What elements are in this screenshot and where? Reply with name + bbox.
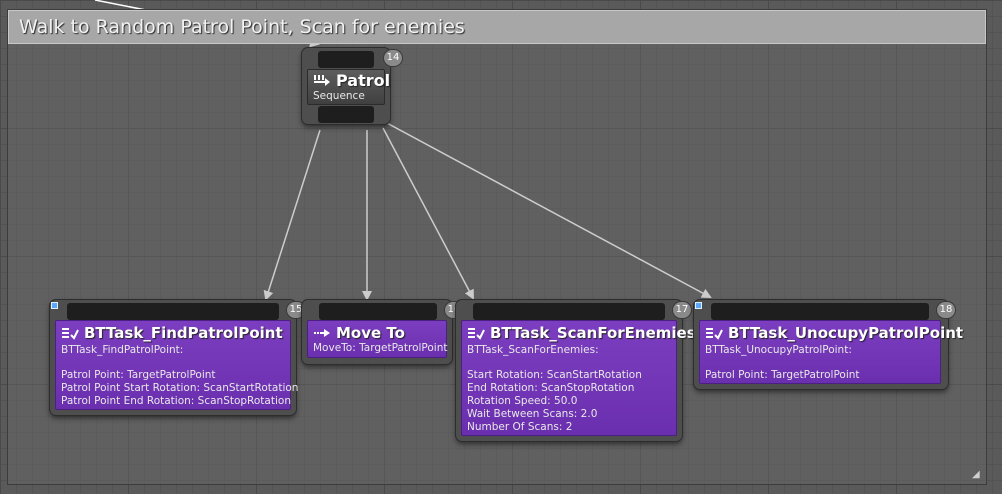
decorator-marker-icon <box>695 302 702 309</box>
node-description-line: Number Of Scans: 2 <box>467 421 573 433</box>
patrol-sequence-node[interactable]: 14 Patrol Sequence <box>302 48 402 124</box>
node-description-line: Patrol Point: TargetPatrolPoint <box>705 369 860 381</box>
node-body: BTTask_UnocupyPatrolPoint BTTask_Unocupy… <box>699 320 963 384</box>
decorator-marker-icon <box>51 302 58 309</box>
task-node-move-to[interactable]: 16 Move To MoveTo: TargetPatrolPoint <box>302 300 463 364</box>
task-node-find-patrol-point[interactable]: 15 BTTask_FindPatrolPoint BTTask_FindPat… <box>50 300 305 415</box>
node-description-line: Start Rotation: ScanStartRotation <box>467 369 642 381</box>
input-pin[interactable] <box>319 303 437 320</box>
node-description-line: MoveTo: TargetPatrolPoint <box>313 342 448 354</box>
comment-header[interactable]: Walk to Random Patrol Point, Scan for en… <box>8 10 986 44</box>
input-pin[interactable] <box>711 303 929 320</box>
node-body: Move To MoveTo: TargetPatrolPoint <box>307 320 447 358</box>
task-node-scan-for-enemies[interactable]: 17 BTTask_ScanForEnemies BTTask_ScanForE… <box>456 300 696 441</box>
node-description-line: BTTask_ScanForEnemies: <box>467 344 599 356</box>
move-to-icon <box>314 329 330 337</box>
node-title: BTTask_ScanForEnemies <box>490 324 696 342</box>
node-body: BTTask_FindPatrolPoint BTTask_FindPatrol… <box>55 320 298 410</box>
node-description-line: BTTask_FindPatrolPoint: <box>61 344 184 356</box>
task-node-unocupy-patrol-point[interactable]: 18 BTTask_UnocupyPatrolPoint BTTask_Unoc… <box>694 300 963 389</box>
execution-index-badge: 18 <box>937 302 955 318</box>
input-pin[interactable] <box>318 51 374 68</box>
resize-grip-icon[interactable]: ◢ <box>972 470 982 480</box>
node-title: BTTask_UnocupyPatrolPoint <box>728 324 964 342</box>
task-icon <box>468 328 485 340</box>
node-description-line: Patrol Point: TargetPatrolPoint <box>61 369 216 381</box>
execution-index-badge: 14 <box>384 50 402 66</box>
node-description-line: Patrol Point End Rotation: ScanStopRotat… <box>61 395 291 407</box>
node-description-line: End Rotation: ScanStopRotation <box>467 382 635 394</box>
output-pin[interactable] <box>318 106 374 123</box>
node-title: Patrol <box>336 71 391 90</box>
task-icon <box>62 328 79 340</box>
sequence-icon <box>314 74 330 86</box>
node-body: BTTask_ScanForEnemies BTTask_ScanForEnem… <box>461 320 696 436</box>
node-description-line: Patrol Point Start Rotation: ScanStartRo… <box>61 382 299 394</box>
input-pin[interactable] <box>67 303 279 320</box>
input-pin[interactable] <box>473 303 665 320</box>
node-subtitle: Sequence <box>313 90 365 102</box>
task-icon <box>706 328 723 340</box>
comment-title: Walk to Random Patrol Point, Scan for en… <box>19 16 465 38</box>
node-description-line: Rotation Speed: 50.0 <box>467 395 578 407</box>
node-description-line: BTTask_UnocupyPatrolPoint: <box>705 344 852 356</box>
node-title: BTTask_FindPatrolPoint <box>84 324 283 342</box>
node-title: Move To <box>336 324 405 342</box>
node-body: Patrol Sequence <box>307 69 390 105</box>
execution-index-badge: 17 <box>673 302 691 318</box>
node-description-line: Wait Between Scans: 2.0 <box>467 408 598 420</box>
